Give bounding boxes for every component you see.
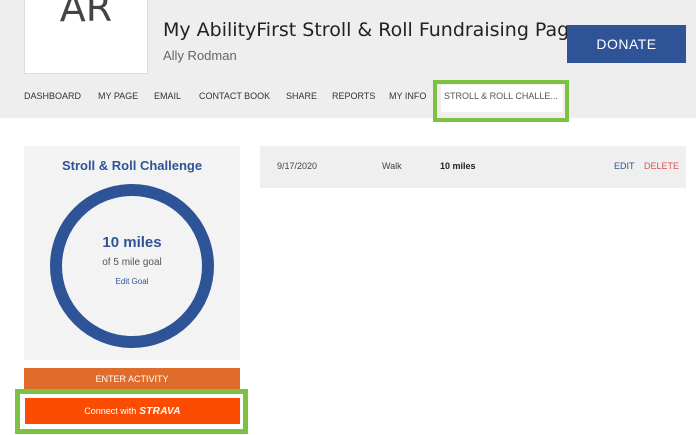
nav-item-share[interactable]: SHARE [286,91,317,101]
progress-value: 10 miles [102,234,162,251]
activity-delete-link[interactable]: DELETE [644,161,679,171]
goal-text: of 5 mile goal [102,257,162,268]
nav-item-my-page[interactable]: MY PAGE [98,91,138,101]
enter-activity-button[interactable]: ENTER ACTIVITY [24,368,240,390]
activity-distance: 10 miles [440,161,476,171]
connect-strava-button[interactable]: Connect with STRAVA [25,398,240,424]
nav-item-contact-book[interactable]: CONTACT BOOK [199,91,270,101]
donate-button[interactable]: DONATE [567,25,686,63]
avatar-initials: AR [59,0,113,30]
connect-label: Connect with [84,406,137,416]
edit-goal-link[interactable]: Edit Goal [24,277,240,286]
activity-edit-link[interactable]: EDIT [614,161,635,171]
nav-item-email[interactable]: EMAIL [154,91,181,101]
nav-item-dashboard[interactable]: DASHBOARD [24,91,81,101]
owner-name: Ally Rodman [163,48,237,63]
activity-row: 9/17/2020 Walk 10 miles EDIT DELETE [260,146,686,188]
strava-logo: STRAVA [139,405,181,417]
activity-date: 9/17/2020 [277,161,318,171]
page-title: My AbilityFirst Stroll & Roll Fundraisin… [163,19,581,41]
challenge-card: Stroll & Roll Challenge 10 miles of 5 mi… [24,146,240,360]
active-tab-highlight [433,80,569,122]
nav-item-reports[interactable]: REPORTS [332,91,375,101]
challenge-title: Stroll & Roll Challenge [61,158,203,173]
nav-item-my-info[interactable]: MY INFO [389,91,426,101]
activity-type: Walk [382,161,402,171]
avatar: AR [24,0,148,74]
